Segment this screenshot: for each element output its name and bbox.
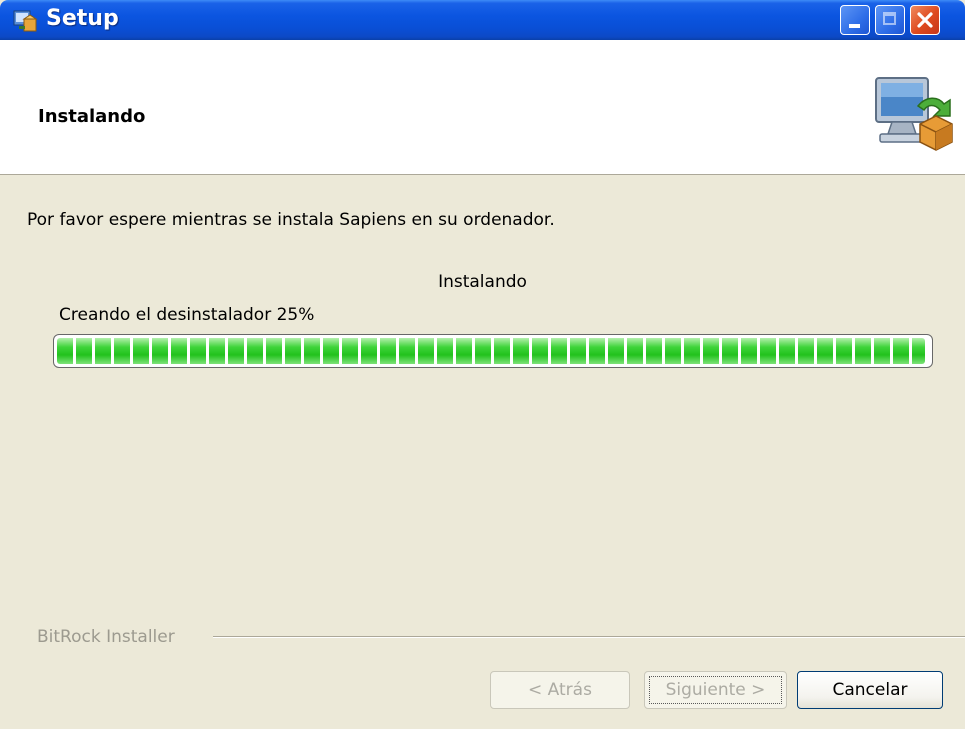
minimize-icon [849, 24, 860, 28]
maximize-icon [883, 12, 896, 25]
setup-window: Setup Instalando Por favor espere mientr… [0, 0, 965, 729]
minimize-button[interactable] [840, 5, 870, 35]
next-button[interactable]: Siguiente > [644, 671, 787, 709]
maximize-button [875, 5, 905, 35]
header-panel: Instalando [0, 40, 965, 175]
installer-computer-icon [875, 77, 953, 151]
install-message: Por favor espere mientras se instala Sap… [27, 210, 555, 230]
close-button[interactable] [910, 5, 940, 35]
progress-caption: Instalando [438, 272, 527, 292]
footer-separator [213, 636, 965, 638]
next-button-label: Siguiente > [665, 680, 766, 700]
next-button-focus-ring: Siguiente > [649, 676, 782, 704]
title-bar[interactable]: Setup [0, 0, 965, 40]
page-title: Instalando [38, 106, 146, 127]
close-icon [917, 12, 933, 28]
installer-brand: BitRock Installer [37, 627, 175, 647]
progress-bar-fill [57, 338, 925, 364]
progress-bar [53, 334, 933, 368]
back-button[interactable]: < Atrás [490, 671, 630, 709]
cancel-button[interactable]: Cancelar [797, 671, 943, 709]
setup-app-icon [13, 10, 38, 32]
window-title: Setup [46, 6, 119, 31]
progress-status: Creando el desinstalador 25% [59, 305, 315, 325]
cancel-button-label: Cancelar [832, 680, 908, 700]
back-button-label: < Atrás [528, 680, 592, 700]
